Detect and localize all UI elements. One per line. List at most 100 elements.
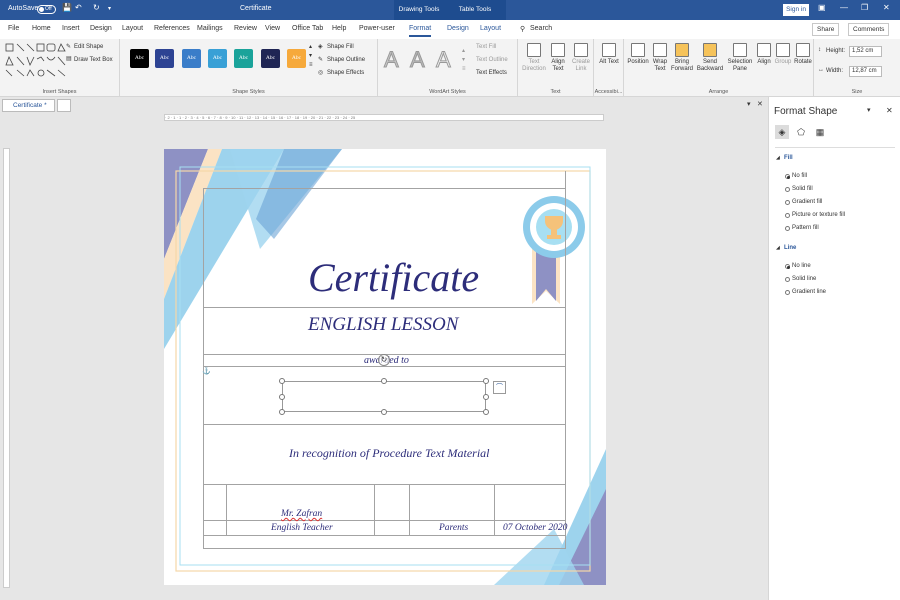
radio-pattern-fill[interactable]: [785, 226, 790, 231]
shape-style-7[interactable]: Abc: [287, 49, 306, 68]
redo-icon[interactable]: ↻: [93, 3, 100, 12]
shape-style-3[interactable]: Abc: [182, 49, 201, 68]
wordart-scroll-icon[interactable]: ▴ ▾ ≡: [462, 47, 466, 74]
fill-section-header[interactable]: Fill: [784, 155, 793, 161]
draw-text-box-button[interactable]: Draw Text Box: [74, 57, 113, 63]
solid-line-label[interactable]: Solid line: [792, 276, 816, 282]
certificate-title[interactable]: Certificate: [308, 254, 479, 301]
line-collapse-icon[interactable]: ◢: [776, 245, 780, 251]
no-fill-label[interactable]: No fill: [792, 173, 807, 179]
rotate-button[interactable]: Rotate: [793, 43, 813, 66]
width-input[interactable]: 12,87 cm: [849, 66, 882, 77]
gradient-fill-label[interactable]: Gradient fill: [792, 199, 822, 205]
tab-office-tab[interactable]: Office Tab: [292, 25, 323, 32]
sign-in-button[interactable]: Sign in: [783, 4, 809, 16]
restore-icon[interactable]: ❐: [861, 3, 868, 12]
teacher-name[interactable]: Mr. Zafran: [281, 509, 322, 519]
shape-style-1[interactable]: Abc: [130, 49, 149, 68]
line-section-header[interactable]: Line: [784, 245, 796, 251]
fill-line-tab-icon[interactable]: ◈: [775, 125, 789, 139]
radio-no-line[interactable]: [785, 264, 790, 269]
selection-pane-button[interactable]: Selection Pane: [726, 43, 754, 73]
tab-format[interactable]: Format: [409, 25, 432, 37]
gallery-scroll-icon[interactable]: ▴ ▾ ≡: [309, 43, 313, 70]
share-button[interactable]: Share: [812, 23, 840, 36]
tab-help[interactable]: Help: [332, 25, 346, 32]
tab-list-icon[interactable]: ▾: [747, 100, 751, 108]
group-button[interactable]: Group: [774, 43, 792, 66]
send-backward-button[interactable]: Send Backward: [696, 43, 724, 73]
edit-shape-button[interactable]: Edit Shape: [74, 44, 103, 50]
radio-gradient-line[interactable]: [785, 290, 790, 295]
undo-icon[interactable]: ↶: [75, 3, 82, 12]
position-button[interactable]: Position: [626, 43, 650, 66]
tab-insert[interactable]: Insert: [62, 25, 80, 32]
save-icon[interactable]: 💾: [62, 3, 72, 12]
radio-gradient-fill[interactable]: [785, 200, 790, 205]
comments-button[interactable]: Comments: [848, 23, 890, 36]
tab-view[interactable]: View: [265, 25, 280, 32]
tab-mailings[interactable]: Mailings: [197, 25, 223, 32]
alt-text-button[interactable]: Alt Text: [598, 43, 620, 66]
text-fill-button[interactable]: Text Fill: [476, 44, 496, 50]
wordart-style-1[interactable]: A: [384, 47, 400, 73]
shape-effects-button[interactable]: Shape Effects: [327, 70, 364, 76]
shapes-gallery[interactable]: [5, 43, 69, 79]
wordart-style-3[interactable]: A: [436, 47, 452, 73]
rotate-handle-icon[interactable]: ↻: [378, 354, 390, 366]
pattern-fill-label[interactable]: Pattern fill: [792, 225, 819, 231]
height-input[interactable]: 1,52 cm: [849, 46, 882, 57]
search-box[interactable]: Search: [530, 25, 552, 32]
customize-qat-icon[interactable]: ▾: [108, 5, 111, 12]
gradient-line-label[interactable]: Gradient line: [792, 289, 826, 295]
certificate-subtitle[interactable]: ENGLISH LESSON: [308, 314, 458, 336]
text-outline-button[interactable]: Text Outline: [476, 57, 508, 63]
text-effects-button[interactable]: Text Effects: [476, 70, 507, 76]
effects-tab-icon[interactable]: ⬠: [794, 125, 808, 139]
shape-outline-button[interactable]: Shape Outline: [327, 57, 365, 63]
pane-options-icon[interactable]: ▾: [867, 106, 871, 114]
tab-layout[interactable]: Layout: [122, 25, 143, 32]
tab-table-design[interactable]: Design: [447, 25, 469, 32]
doc-tab-certificate[interactable]: Certificate *: [2, 99, 55, 112]
tab-table-layout[interactable]: Layout: [480, 25, 501, 32]
fill-collapse-icon[interactable]: ◢: [776, 155, 780, 161]
layout-options-icon[interactable]: ⌒: [493, 381, 506, 394]
teacher-label[interactable]: English Teacher: [271, 523, 333, 533]
align-text-button[interactable]: Align Text: [548, 43, 568, 73]
autosave-toggle[interactable]: Off: [37, 5, 56, 14]
wrap-text-button[interactable]: Wrap Text: [651, 43, 669, 73]
radio-solid-fill[interactable]: [785, 187, 790, 192]
tab-home[interactable]: Home: [32, 25, 51, 32]
shape-style-4[interactable]: Abc: [208, 49, 227, 68]
close-icon[interactable]: ✕: [883, 3, 890, 12]
shape-style-6[interactable]: Abc: [261, 49, 280, 68]
radio-solid-line[interactable]: [785, 277, 790, 282]
new-tab-button[interactable]: [57, 99, 71, 112]
wordart-style-2[interactable]: A: [410, 47, 426, 73]
tab-review[interactable]: Review: [234, 25, 257, 32]
layout-properties-tab-icon[interactable]: ▦: [813, 125, 827, 139]
shape-style-2[interactable]: Abc: [155, 49, 174, 68]
tab-power-user[interactable]: Power-user: [359, 25, 395, 32]
no-line-label[interactable]: No line: [792, 263, 811, 269]
pane-close-icon[interactable]: ✕: [886, 106, 893, 115]
create-link-button[interactable]: Create Link: [570, 43, 592, 73]
ribbon-display-icon[interactable]: ▣: [818, 3, 826, 12]
bring-forward-button[interactable]: Bring Forward: [670, 43, 694, 73]
text-direction-button[interactable]: Text Direction: [522, 43, 546, 73]
align-button[interactable]: Align: [755, 43, 773, 66]
recognition-text[interactable]: In recognition of Procedure Text Materia…: [289, 446, 490, 461]
tab-references[interactable]: References: [154, 25, 190, 32]
solid-fill-label[interactable]: Solid fill: [792, 186, 813, 192]
tab-file[interactable]: File: [8, 25, 19, 32]
shape-fill-button[interactable]: Shape Fill: [327, 44, 354, 50]
selected-name-textbox[interactable]: [282, 381, 486, 412]
picture-fill-label[interactable]: Picture or texture fill: [792, 212, 845, 218]
radio-picture-fill[interactable]: [785, 213, 790, 218]
radio-no-fill[interactable]: [785, 174, 790, 179]
certificate-date[interactable]: 07 October 2020: [503, 523, 567, 533]
parents-label[interactable]: Parents: [439, 523, 468, 533]
minimize-icon[interactable]: —: [840, 3, 848, 12]
close-doc-tab-icon[interactable]: ✕: [757, 100, 763, 108]
